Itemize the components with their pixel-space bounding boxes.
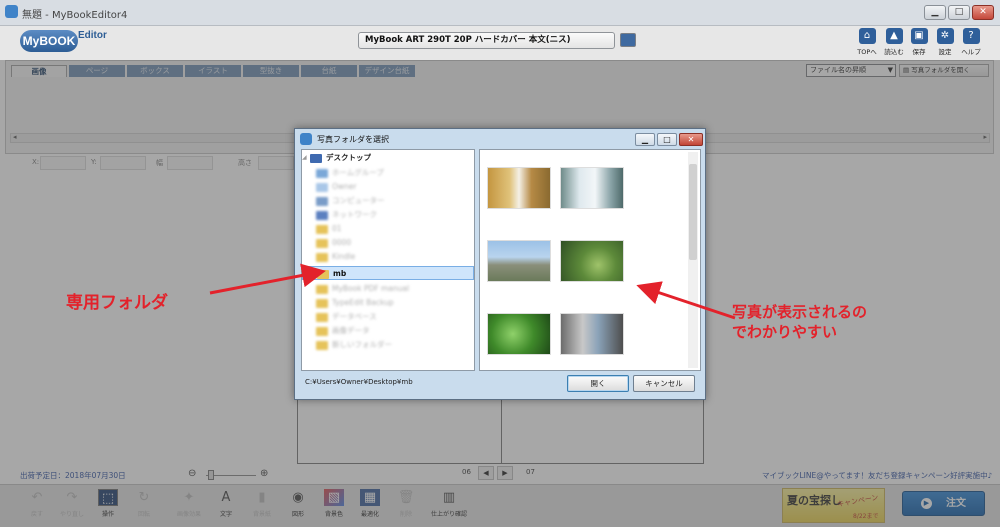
annotation-photos-line1: 写真が表示されるの <box>732 303 868 321</box>
annotation-arrows <box>209 263 736 320</box>
annotation-folder: 専用フォルダ <box>66 293 168 313</box>
arrow-to-folder <box>209 263 326 295</box>
arrow-to-photos <box>636 281 736 320</box>
annotation-photos-line2: でわかりやすい <box>732 323 838 341</box>
annotation-photos: 写真が表示されるの でわかりやすい <box>732 302 867 342</box>
